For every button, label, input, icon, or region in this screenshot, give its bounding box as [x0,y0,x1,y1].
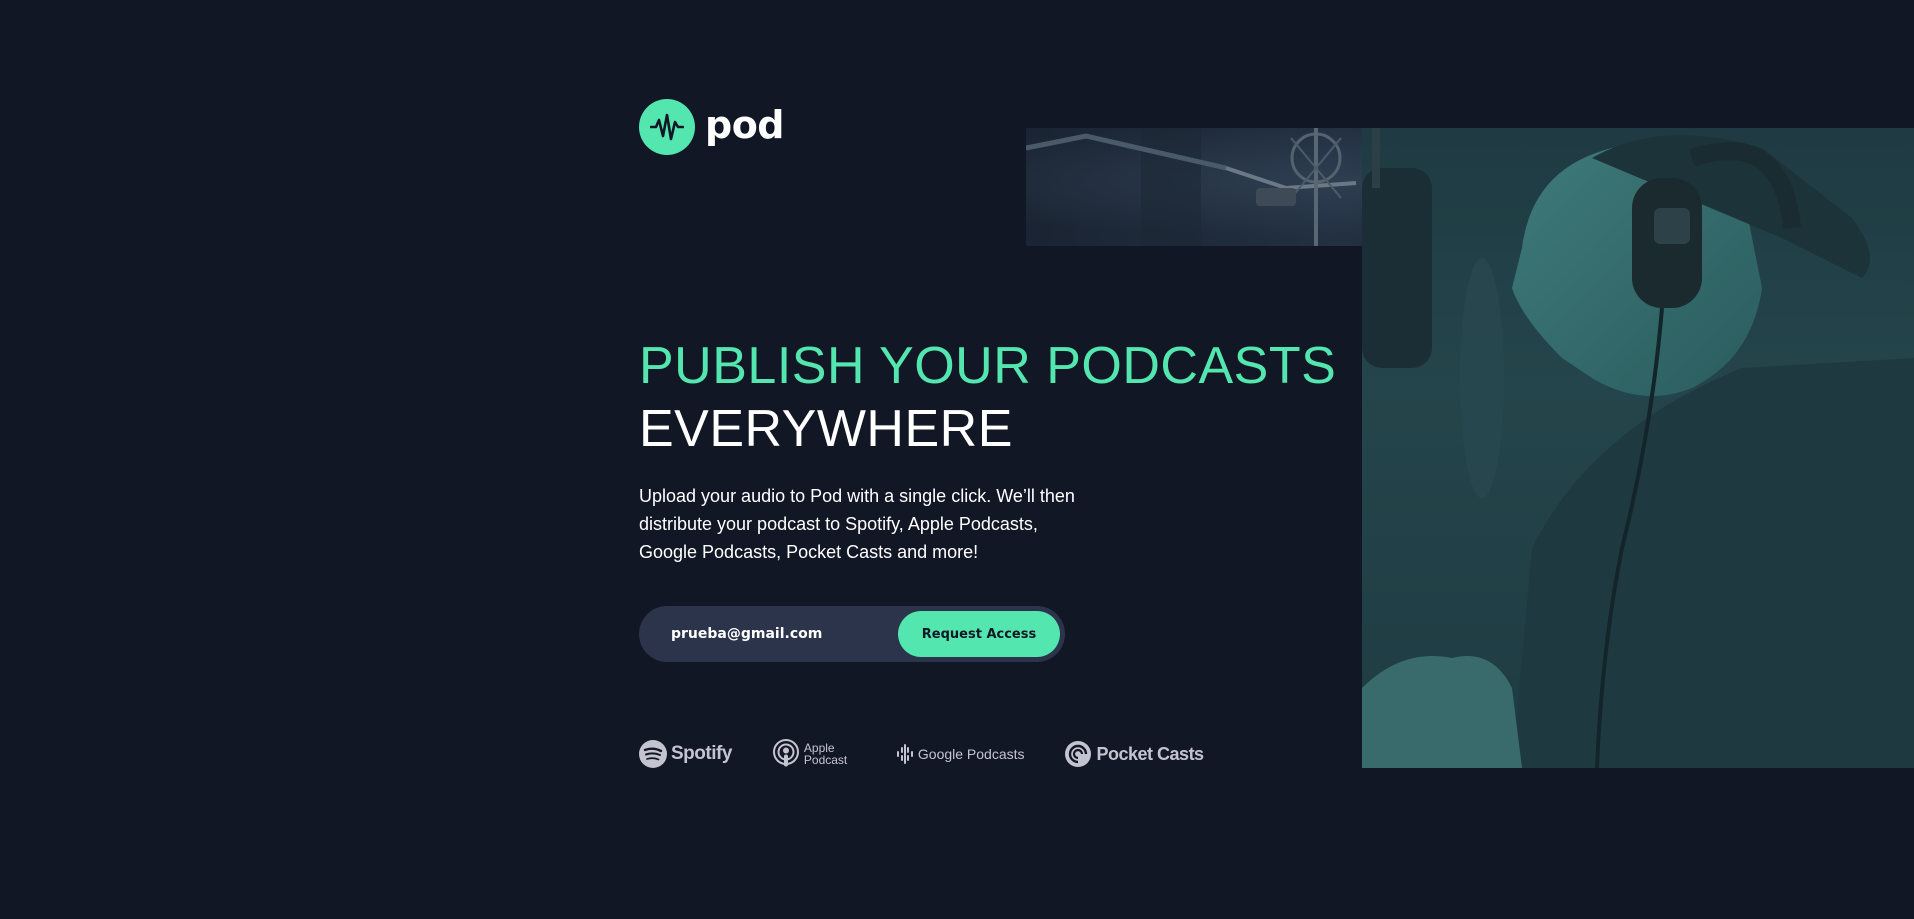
soundwave-icon [639,99,695,155]
apple-label-line2: Podcast [803,753,848,767]
hero-description: Upload your audio to Pod with a single c… [639,486,1075,562]
page-title: PUBLISH YOUR PODCASTS EVERYWHERE [639,335,1336,461]
email-input[interactable] [639,606,898,662]
brand-logo[interactable]: pod [639,99,785,155]
apple-podcast-icon [772,739,799,767]
title-plain-line: EVERYWHERE [639,400,1013,458]
hero-image-podcaster [1362,128,1914,768]
request-access-form: Request Access [639,606,1065,662]
spotify-icon [639,740,667,768]
google-podcasts-logo: Google Podcasts [896,744,1025,764]
spotify-label: Spotify [671,743,732,764]
apple-podcast-logo: Apple Podcast [772,739,856,769]
podcaster-illustration-icon [1362,128,1914,768]
request-access-button[interactable]: Request Access [898,611,1060,657]
spotify-logo: Spotify [639,740,732,768]
pocket-casts-logo: Pocket Casts [1064,741,1205,767]
pocket-casts-icon [1064,741,1091,767]
brand-name: pod [705,103,785,147]
google-podcasts-label: Google Podcasts [917,746,1025,762]
google-podcasts-icon [896,744,913,764]
platform-logos: Spotify Apple Podcast Google Podcasts Po… [639,738,1204,770]
title-accent-line: PUBLISH YOUR PODCASTS [639,337,1337,395]
apple-podcast-label: Apple Podcast [804,742,856,766]
pocket-casts-label: Pocket Casts [1096,743,1205,764]
